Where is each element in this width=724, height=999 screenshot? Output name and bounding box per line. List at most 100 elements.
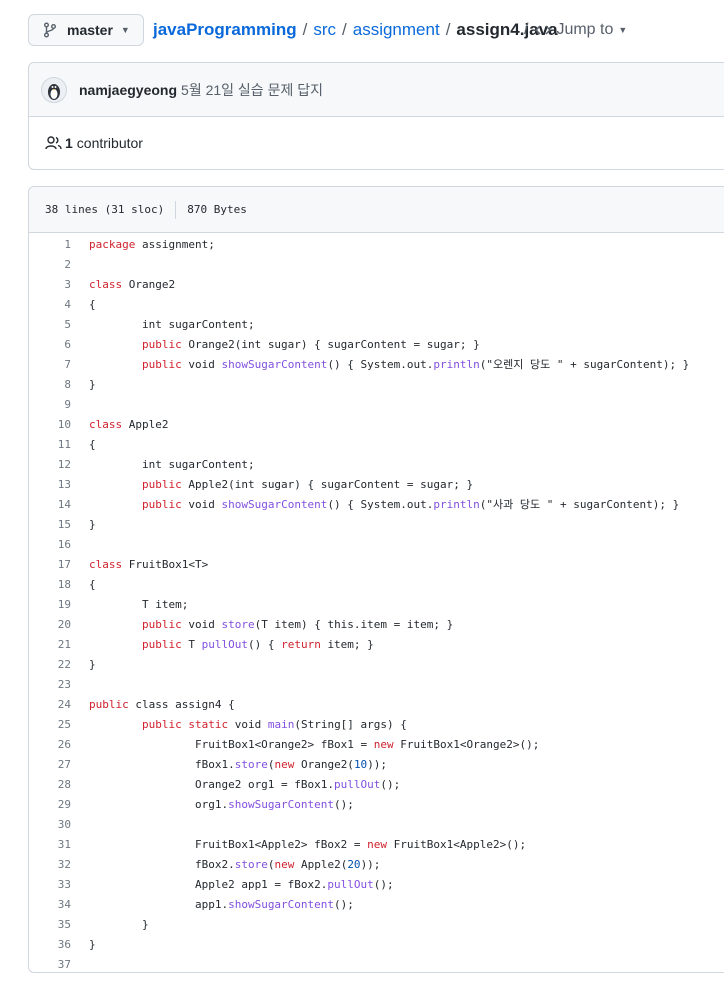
line-code: public static void main(String[] args) { bbox=[71, 718, 407, 731]
line-number[interactable]: 6 bbox=[29, 338, 71, 351]
code-token: } bbox=[89, 937, 96, 951]
line-number[interactable]: 35 bbox=[29, 918, 71, 931]
line-number[interactable]: 10 bbox=[29, 418, 71, 431]
code-token: 20 bbox=[347, 857, 361, 871]
code-token: public bbox=[89, 697, 136, 711]
contributor-count: 1 bbox=[65, 135, 73, 151]
breadcrumb-repo-link[interactable]: javaProgramming bbox=[153, 20, 297, 40]
code-token: int sugarContent; bbox=[89, 317, 255, 331]
code-token: store bbox=[234, 757, 268, 771]
code-token: Apple2 app1 = fBox2. bbox=[89, 877, 328, 891]
line-number[interactable]: 23 bbox=[29, 678, 71, 691]
line-number[interactable]: 18 bbox=[29, 578, 71, 591]
avatar[interactable] bbox=[41, 76, 67, 103]
commit-author-link[interactable]: namjaegyeong bbox=[79, 82, 177, 98]
code-token: () { System.out. bbox=[327, 358, 434, 371]
line-number[interactable]: 34 bbox=[29, 898, 71, 911]
code-line: 14 public void showSugarContent() { Syst… bbox=[29, 494, 724, 514]
line-number[interactable]: 21 bbox=[29, 638, 71, 651]
code-token: pullOut bbox=[327, 877, 374, 891]
line-code: app1.showSugarContent(); bbox=[71, 898, 354, 911]
line-number[interactable]: 3 bbox=[29, 278, 71, 291]
line-number[interactable]: 14 bbox=[29, 498, 71, 511]
line-code: fBox2.store(new Apple2(20)); bbox=[71, 858, 380, 871]
line-number[interactable]: 27 bbox=[29, 758, 71, 771]
line-code: { bbox=[71, 298, 96, 311]
line-number[interactable]: 32 bbox=[29, 858, 71, 871]
line-number[interactable]: 11 bbox=[29, 438, 71, 451]
people-icon bbox=[45, 136, 62, 150]
code-line: 23 bbox=[29, 674, 724, 694]
line-number[interactable]: 5 bbox=[29, 318, 71, 331]
line-number[interactable]: 25 bbox=[29, 718, 71, 731]
line-number[interactable]: 24 bbox=[29, 698, 71, 711]
code-token: Apple2(int sugar) { sugarContent = sugar… bbox=[188, 477, 474, 491]
code-line: 8} bbox=[29, 374, 724, 394]
penguin-avatar-icon bbox=[48, 83, 60, 100]
line-number[interactable]: 13 bbox=[29, 478, 71, 491]
line-number[interactable]: 22 bbox=[29, 658, 71, 671]
commit-header: namjaegyeong 5월 21일 실습 문제 답지 bbox=[29, 63, 724, 117]
code-token: public static bbox=[141, 717, 235, 731]
code-token: { bbox=[89, 297, 96, 311]
code-line: 24 public class assign4 { bbox=[29, 694, 724, 714]
code-line: 22} bbox=[29, 654, 724, 674]
line-number[interactable]: 12 bbox=[29, 458, 71, 471]
code-line: 32 fBox2.store(new Apple2(20)); bbox=[29, 854, 724, 874]
code-line: 9 bbox=[29, 394, 724, 414]
line-number[interactable]: 19 bbox=[29, 598, 71, 611]
line-number[interactable]: 31 bbox=[29, 838, 71, 851]
code-token: (T item) { this.item = item; } bbox=[254, 617, 454, 631]
code-token: assignment; bbox=[141, 237, 215, 251]
line-number[interactable]: 26 bbox=[29, 738, 71, 751]
line-number[interactable]: 37 bbox=[29, 958, 71, 971]
latest-commit-box: namjaegyeong 5월 21일 실습 문제 답지 1 contribut… bbox=[28, 62, 724, 170]
code-line: 29 org1.showSugarContent(); bbox=[29, 794, 724, 814]
line-number[interactable]: 33 bbox=[29, 878, 71, 891]
line-number[interactable]: 29 bbox=[29, 798, 71, 811]
code-token: Apple2( bbox=[300, 857, 348, 871]
commit-message-link[interactable]: 5월 21일 실습 문제 답지 bbox=[181, 80, 323, 100]
code-token: } bbox=[89, 657, 96, 671]
code-token: void bbox=[188, 498, 222, 511]
code-token: (String[] args) { bbox=[294, 717, 407, 731]
line-code: org1.showSugarContent(); bbox=[71, 798, 354, 811]
code-token: int sugarContent; bbox=[89, 457, 255, 471]
code-token: } bbox=[89, 377, 96, 391]
line-number[interactable]: 28 bbox=[29, 778, 71, 791]
line-number[interactable]: 20 bbox=[29, 618, 71, 631]
line-number[interactable]: 17 bbox=[29, 558, 71, 571]
breadcrumb-src-link[interactable]: src bbox=[313, 20, 336, 40]
line-code: { bbox=[71, 578, 96, 591]
branch-select-button[interactable]: master ▼ bbox=[28, 14, 144, 46]
jump-to-button[interactable]: / Jump to ▼ bbox=[524, 21, 627, 39]
code-token: (); bbox=[373, 877, 394, 891]
line-number[interactable]: 2 bbox=[29, 258, 71, 271]
line-number[interactable]: 36 bbox=[29, 938, 71, 951]
line-number[interactable]: 15 bbox=[29, 518, 71, 531]
line-number[interactable]: 4 bbox=[29, 298, 71, 311]
code-token: FruitBox1<Orange2> fBox1 = bbox=[89, 737, 374, 751]
code-token: showSugarContent bbox=[228, 797, 335, 811]
contributors-row[interactable]: 1 contributor bbox=[29, 117, 724, 169]
code-line: 19 T item; bbox=[29, 594, 724, 614]
line-number[interactable]: 30 bbox=[29, 818, 71, 831]
line-number[interactable]: 8 bbox=[29, 378, 71, 391]
code-token: (); bbox=[334, 897, 354, 911]
code-token: class bbox=[89, 417, 129, 431]
line-number[interactable]: 16 bbox=[29, 538, 71, 551]
line-number[interactable]: 7 bbox=[29, 358, 71, 371]
code-token: ("오렌지 당도 " + sugarContent); } bbox=[479, 358, 690, 371]
line-number[interactable]: 1 bbox=[29, 238, 71, 251]
code-line: 20 public void store(T item) { this.item… bbox=[29, 614, 724, 634]
code-token: item; } bbox=[327, 637, 374, 651]
breadcrumb-assignment-link[interactable]: assignment bbox=[353, 20, 440, 40]
code-token: FruitBox1<Apple2> fBox2 = bbox=[89, 837, 368, 851]
file-info-bar: 38 lines (31 sloc) 870 Bytes bbox=[29, 187, 724, 233]
line-number[interactable]: 9 bbox=[29, 398, 71, 411]
code-token: public bbox=[141, 337, 189, 351]
